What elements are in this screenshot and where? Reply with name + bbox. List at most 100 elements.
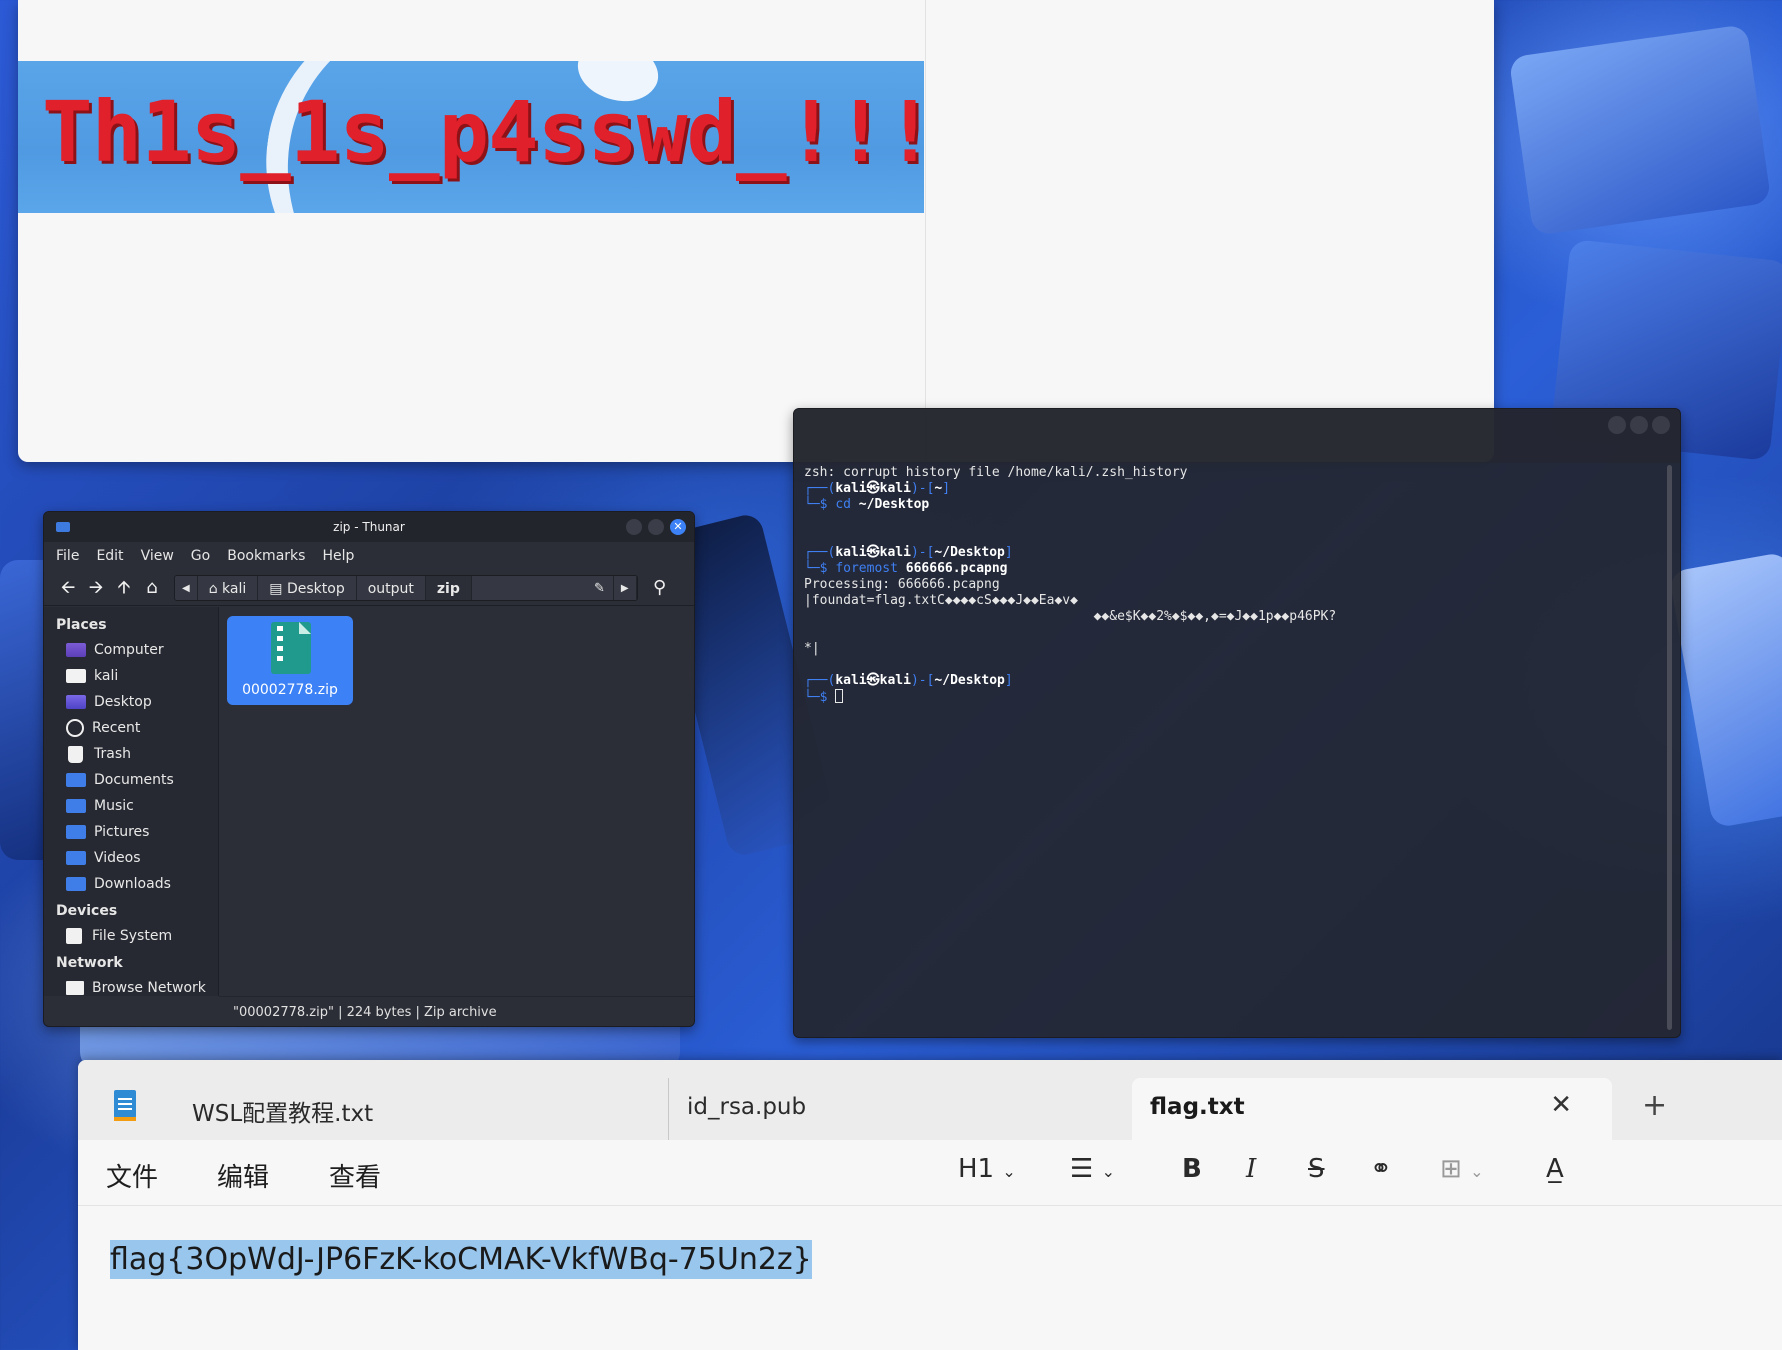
password-image: Th1s_1s_p4sswd_!!! bbox=[18, 61, 924, 213]
minimize-button[interactable] bbox=[626, 519, 642, 535]
sidebar-item-pictures[interactable]: Pictures bbox=[44, 819, 218, 845]
breadcrumb-output[interactable]: output bbox=[356, 575, 426, 600]
image-viewer-window: Th1s_1s_p4sswd_!!! bbox=[18, 0, 1494, 462]
home-folder-icon bbox=[66, 669, 86, 683]
thunar-body: Places Computer kali Desktop Recent Tras… bbox=[44, 607, 694, 996]
minimize-button[interactable] bbox=[1608, 416, 1626, 434]
terminal-titlebar[interactable] bbox=[794, 409, 1680, 463]
terminal-line: zsh: corrupt history file /home/kali/.zs… bbox=[804, 465, 1188, 480]
prompt-dir: ~/Desktop bbox=[934, 545, 1005, 560]
close-button[interactable]: ✕ bbox=[670, 519, 686, 535]
breadcrumb-left-arrow-icon[interactable]: ◀ bbox=[175, 575, 198, 600]
edit-pencil-icon[interactable]: ✎ bbox=[594, 576, 605, 600]
menubar: File Edit View Go Bookmarks Help bbox=[44, 542, 694, 570]
viewer-divider bbox=[925, 0, 926, 462]
text-cursor bbox=[835, 689, 844, 703]
editor-content[interactable]: flag{3OpWdJ-JP6FzK-koCMAK-VkfWBq-75Un2z} bbox=[110, 1240, 812, 1279]
toolbar: 🡨 🡪 🡩 ⌂ ◀ ⌂ kali ▤ Desktop output zip ✎ … bbox=[44, 570, 694, 606]
menu-file[interactable]: File bbox=[56, 548, 79, 564]
list-dropdown[interactable]: ☰ ⌄ bbox=[1070, 1154, 1115, 1184]
chevron-down-icon: ⌄ bbox=[1002, 1162, 1016, 1181]
strikethrough-button[interactable]: S bbox=[1308, 1154, 1325, 1184]
sidebar-item-browse-network[interactable]: Browse Network bbox=[44, 975, 218, 1001]
breadcrumb-desktop[interactable]: ▤ Desktop bbox=[258, 575, 357, 600]
tab-strip: WSL配置教程.txt id_rsa.pub flag.txt ✕ + bbox=[78, 1060, 1782, 1140]
downloads-folder-icon bbox=[66, 877, 86, 891]
sidebar-item-music[interactable]: Music bbox=[44, 793, 218, 819]
tab-wsl-tutorial[interactable]: WSL配置教程.txt bbox=[192, 1078, 672, 1140]
prompt-user: kali㉿kali bbox=[835, 673, 911, 688]
file-item[interactable]: 00002778.zip bbox=[227, 616, 353, 705]
close-tab-icon[interactable]: ✕ bbox=[1550, 1090, 1572, 1120]
notepad-icon bbox=[114, 1090, 136, 1121]
zipper-shape bbox=[277, 626, 283, 666]
bold-button[interactable]: B bbox=[1182, 1154, 1202, 1184]
command-name: cd bbox=[835, 497, 851, 512]
maximize-button[interactable] bbox=[648, 519, 664, 535]
clock-icon bbox=[66, 719, 84, 737]
breadcrumb-zip[interactable]: zip bbox=[425, 575, 472, 600]
menu-edit[interactable]: Edit bbox=[96, 548, 123, 564]
breadcrumb: ◀ ⌂ kali ▤ Desktop output zip ✎ ▶ bbox=[174, 574, 638, 601]
zip-archive-icon bbox=[271, 622, 311, 674]
menu-edit[interactable]: 编辑 bbox=[217, 1157, 269, 1194]
password-text: Th1s_1s_p4sswd_!!! bbox=[42, 83, 924, 181]
sidebar-item-desktop[interactable]: Desktop bbox=[44, 689, 218, 715]
italic-button[interactable]: I bbox=[1246, 1154, 1256, 1184]
sidebar-item-kali[interactable]: kali bbox=[44, 663, 218, 689]
location-entry[interactable]: ✎ bbox=[471, 575, 614, 600]
new-tab-button[interactable]: + bbox=[1642, 1088, 1667, 1123]
command-arg: ~/Desktop bbox=[858, 497, 930, 512]
home-icon[interactable]: ⌂ bbox=[138, 574, 166, 602]
menu-help[interactable]: Help bbox=[322, 548, 354, 564]
documents-folder-icon bbox=[66, 773, 86, 787]
thunar-titlebar[interactable]: zip - Thunar ✕ bbox=[44, 512, 694, 542]
heading-dropdown[interactable]: H1 ⌄ bbox=[958, 1154, 1016, 1184]
sidebar-item-trash[interactable]: Trash bbox=[44, 741, 218, 767]
prompt-user: kali㉿kali bbox=[835, 481, 911, 496]
back-arrow-icon[interactable]: 🡨 bbox=[54, 574, 82, 602]
scrollbar[interactable] bbox=[1667, 465, 1672, 1030]
tab-flag[interactable]: flag.txt ✕ bbox=[1132, 1078, 1612, 1140]
sidebar-item-computer[interactable]: Computer bbox=[44, 637, 218, 663]
terminal-line: |foundat=flag.txtC◆◆◆◆cS◆◆◆J◆◆Ea◆v◆ bbox=[804, 593, 1078, 608]
notepad-window: WSL配置教程.txt id_rsa.pub flag.txt ✕ + 文件 编… bbox=[78, 1060, 1782, 1350]
sidebar-item-videos[interactable]: Videos bbox=[44, 845, 218, 871]
menu-bookmarks[interactable]: Bookmarks bbox=[227, 548, 305, 564]
window-title: zip - Thunar bbox=[333, 520, 405, 534]
search-icon[interactable]: ⚲ bbox=[646, 574, 674, 602]
places-header: Places bbox=[56, 617, 107, 633]
sidebar-item-documents[interactable]: Documents bbox=[44, 767, 218, 793]
menu-file[interactable]: 文件 bbox=[106, 1157, 158, 1194]
drive-icon bbox=[66, 928, 82, 944]
menu-view[interactable]: View bbox=[141, 548, 174, 564]
up-arrow-icon[interactable]: 🡩 bbox=[110, 574, 138, 602]
terminal-window[interactable]: zsh: corrupt history file /home/kali/.zs… bbox=[793, 408, 1681, 1038]
clear-formatting-icon[interactable]: A̲ bbox=[1546, 1154, 1564, 1184]
sidebar-item-recent[interactable]: Recent bbox=[44, 715, 218, 741]
prompt-user: kali㉿kali bbox=[835, 545, 911, 560]
pictures-folder-icon bbox=[66, 825, 86, 839]
notepad-menubar: 文件 编辑 查看 H1 ⌄ ☰ ⌄ B I S ⚭ ⊞ ⌄ A̲ bbox=[78, 1140, 1782, 1206]
link-icon[interactable]: ⚭ bbox=[1370, 1154, 1392, 1184]
tab-id-rsa[interactable]: id_rsa.pub bbox=[668, 1078, 1148, 1140]
terminal-line: ◆◆&e$K◆◆2%◆$◆◆,◆=◆J◆◆1p◆◆p46PK? bbox=[804, 609, 1337, 624]
close-button[interactable] bbox=[1652, 416, 1670, 434]
terminal-line: *| bbox=[804, 641, 820, 656]
menu-view[interactable]: 查看 bbox=[329, 1157, 381, 1194]
sidebar-item-filesystem[interactable]: File System bbox=[44, 923, 218, 949]
sidebar-item-downloads[interactable]: Downloads bbox=[44, 871, 218, 897]
breadcrumb-right-arrow-icon[interactable]: ▶ bbox=[613, 575, 637, 600]
devices-header: Devices bbox=[56, 903, 118, 919]
chevron-down-icon: ⌄ bbox=[1470, 1162, 1484, 1181]
breadcrumb-kali[interactable]: ⌂ kali bbox=[197, 575, 259, 600]
trash-icon bbox=[68, 745, 83, 763]
command-name: foremost bbox=[835, 561, 898, 576]
menu-go[interactable]: Go bbox=[191, 548, 210, 564]
table-dropdown[interactable]: ⊞ ⌄ bbox=[1440, 1154, 1483, 1184]
network-icon bbox=[66, 981, 84, 995]
forward-arrow-icon[interactable]: 🡪 bbox=[82, 574, 110, 602]
maximize-button[interactable] bbox=[1630, 416, 1648, 434]
music-folder-icon bbox=[66, 799, 86, 813]
file-view[interactable]: 00002778.zip bbox=[219, 607, 694, 996]
